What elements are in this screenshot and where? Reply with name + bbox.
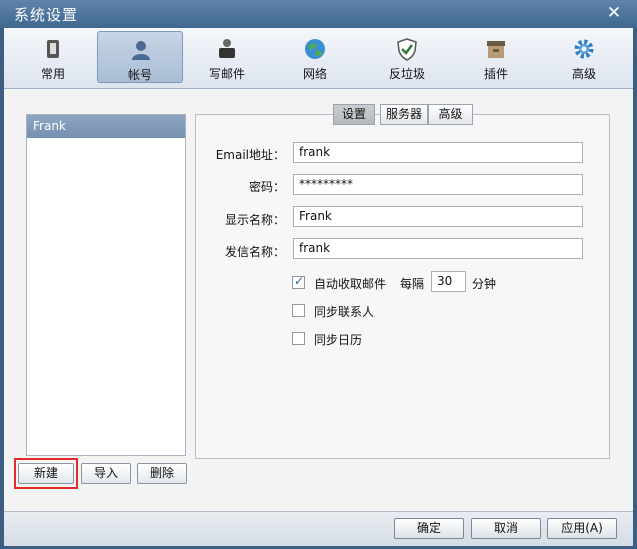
common-icon (47, 40, 59, 58)
new-account-button[interactable]: 新建 (18, 463, 74, 484)
window-title: 系统设置 (14, 6, 79, 24)
tab-common[interactable]: 常用 (10, 31, 96, 83)
tab-advanced-account[interactable]: 高级 (428, 104, 473, 125)
title-bar: 系统设置 ✕ (0, 0, 637, 28)
network-icon (305, 39, 325, 59)
tab-compose-label: 写邮件 (208, 67, 245, 81)
list-item[interactable]: Frank (27, 115, 185, 138)
account-icon (132, 41, 150, 60)
tab-compose[interactable]: 写邮件 (184, 31, 270, 83)
import-button[interactable]: 导入 (81, 463, 131, 484)
cancel-button[interactable]: 取消 (471, 518, 541, 539)
sync-calendar-label: 同步日历 (314, 333, 363, 347)
settings-toolbar: 常用 帐号 写邮件 网络 反垃圾 插件 高级 (4, 28, 633, 89)
tab-antispam-label: 反垃圾 (388, 67, 425, 81)
tab-plugin[interactable]: 插件 (453, 31, 539, 83)
tab-network[interactable]: 网络 (272, 31, 358, 83)
apply-button[interactable]: 应用(A) (547, 518, 617, 539)
advanced-icon (574, 39, 594, 59)
tab-server[interactable]: 服务器 (380, 104, 428, 125)
display-name-field[interactable]: Frank (293, 206, 583, 227)
email-label: Email地址： (215, 148, 285, 162)
email-field[interactable]: frank (293, 142, 583, 163)
tab-common-label: 常用 (40, 67, 65, 81)
sync-calendar-checkbox[interactable] (292, 332, 305, 345)
compose-icon (219, 39, 235, 58)
delete-button[interactable]: 删除 (137, 463, 187, 484)
password-label: 密码： (248, 180, 285, 194)
settings-window: 系统设置 ✕ 常用 帐号 写邮件 网络 反垃圾 插件 高级 Frank 新建 导… (0, 0, 637, 549)
sync-contacts-label: 同步联系人 (314, 305, 375, 319)
password-field[interactable]: ********* (293, 174, 583, 195)
plugin-icon (487, 41, 505, 58)
auto-receive-label: 自动收取邮件 (314, 277, 387, 291)
checkmark-icon: ✓ (294, 274, 305, 288)
close-icon[interactable]: ✕ (605, 4, 623, 22)
tab-network-label: 网络 (302, 67, 327, 81)
interval-suffix: 分钟 (472, 277, 497, 291)
tab-advanced[interactable]: 高级 (541, 31, 627, 83)
tab-account-label: 帐号 (127, 68, 152, 82)
dialog-footer: 确定 取消 应用(A) (4, 511, 633, 546)
sender-name-field[interactable]: frank (293, 238, 583, 259)
display-name-label: 显示名称： (224, 213, 285, 227)
antispam-icon (397, 38, 417, 61)
tab-account[interactable]: 帐号 (97, 31, 183, 83)
settings-body: Frank 新建 导入 删除 设置 服务器 高级 Email地址： frank … (4, 89, 633, 511)
auto-receive-checkbox[interactable]: ✓ (292, 274, 305, 289)
tab-antispam[interactable]: 反垃圾 (364, 31, 450, 83)
tab-advanced-label: 高级 (571, 67, 596, 81)
sync-contacts-checkbox[interactable] (292, 304, 305, 317)
interval-prefix: 每隔 (400, 277, 425, 291)
account-list: Frank (26, 114, 186, 456)
tab-settings[interactable]: 设置 (333, 104, 375, 125)
interval-input[interactable]: 30 (431, 271, 466, 292)
tab-plugin-label: 插件 (483, 67, 508, 81)
sender-name-label: 发信名称： (224, 245, 285, 259)
ok-button[interactable]: 确定 (394, 518, 464, 539)
